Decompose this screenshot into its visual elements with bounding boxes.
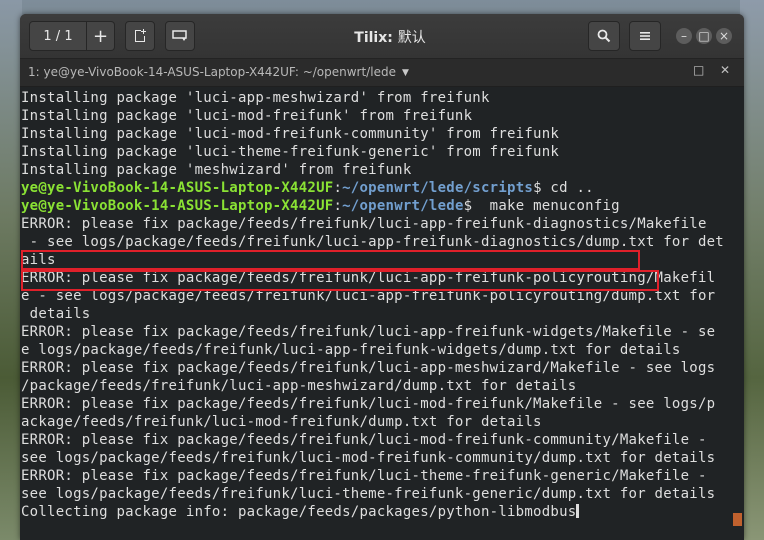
prompt-path: ~/openwrt/lede	[342, 198, 464, 214]
prompt-separator: :	[333, 180, 343, 196]
terminal-line: ERROR: please fix package/feeds/freifunk…	[21, 324, 716, 340]
terminal-line: Installing package 'luci-theme-freifunk-…	[21, 144, 560, 160]
terminal-line: see logs/package/feeds/freifunk/luci-mod…	[21, 450, 716, 466]
highlight-box-make-command	[21, 270, 659, 291]
prompt-line: ye@ye-VivoBook-14-ASUS-Laptop-X442UF:~/o…	[21, 179, 724, 197]
title-session: 默认	[397, 30, 426, 46]
terminal-line: Installing package 'luci-mod-freifunk-co…	[21, 126, 560, 142]
find-button[interactable]	[588, 21, 620, 51]
maximize-icon: □	[698, 29, 710, 43]
terminal-line: Installing package 'meshwizard' from fre…	[21, 162, 412, 178]
maximize-icon: □	[693, 63, 705, 77]
scrollbar-thumb[interactable]	[733, 513, 742, 526]
close-icon: ✕	[720, 63, 731, 77]
add-session-button[interactable]: +	[87, 21, 115, 51]
terminal-line: Installing package 'luci-app-meshwizard'…	[21, 90, 490, 106]
terminal-line: - see logs/package/feeds/freifunk/luci-a…	[21, 234, 724, 250]
prompt-user: ye@ye-VivoBook-14-ASUS-Laptop-X442UF	[21, 198, 334, 214]
close-window-button[interactable]: ×	[716, 28, 732, 44]
chevron-down-icon: ▼	[401, 68, 409, 78]
terminal-title-text: 1: ye@ye-VivoBook-14-ASUS-Laptop-X442UF:…	[28, 65, 396, 79]
terminal-line: ERROR: please fix package/feeds/freifunk…	[21, 432, 707, 448]
terminal-close-button[interactable]: ✕	[720, 63, 730, 77]
session-switcher-button[interactable]: 1 / 1	[29, 21, 87, 51]
new-session-icon	[135, 29, 146, 42]
terminal-line: ERROR: please fix package/feeds/freifunk…	[21, 396, 716, 412]
terminal-line: Collecting package info: package/feeds/p…	[21, 503, 724, 521]
terminal-line: Installing package 'luci-mod-freifunk' f…	[21, 108, 473, 124]
title-app: Tilix:	[354, 30, 393, 46]
terminal-line: ERROR: please fix package/feeds/freifunk…	[21, 360, 716, 376]
menu-icon	[640, 32, 650, 40]
prompt-separator: :	[333, 198, 343, 214]
highlight-box-cd-command	[21, 250, 640, 270]
terminal-title-dropdown[interactable]: 1: ye@ye-VivoBook-14-ASUS-Laptop-X442UF:…	[28, 65, 409, 79]
terminal-line: ERROR: please fix package/feeds/freifunk…	[21, 468, 707, 484]
headerbar: 1 / 1 + Tilix: 默认 – □ ×	[20, 14, 744, 59]
terminal-cursor	[576, 504, 580, 518]
maximize-window-button[interactable]: □	[696, 28, 712, 44]
terminal-lines: Installing package 'luci-app-meshwizard'…	[21, 89, 724, 521]
search-icon	[597, 29, 611, 43]
prompt-command: $ cd ..	[533, 180, 594, 196]
terminal-line: /package/feeds/freifunk/luci-app-meshwiz…	[21, 378, 577, 394]
minimize-window-button[interactable]: –	[676, 28, 692, 44]
desktop-wallpaper-left	[0, 0, 22, 540]
sidebar-toggle-button[interactable]	[165, 21, 195, 51]
terminal-output[interactable]: Installing package 'luci-app-meshwizard'…	[20, 87, 744, 540]
minimize-icon: –	[681, 29, 687, 43]
terminal-line: e logs/package/feeds/freifunk/luci-app-f…	[21, 342, 681, 358]
window-title: Tilix: 默认	[320, 27, 460, 47]
terminal-maximize-button[interactable]: □	[693, 63, 704, 77]
prompt-path: ~/openwrt/lede/scripts	[342, 180, 534, 196]
prompt-user: ye@ye-VivoBook-14-ASUS-Laptop-X442UF	[21, 180, 334, 196]
close-icon: ×	[718, 29, 730, 43]
sidebar-icon	[172, 30, 187, 41]
terminal-line: see logs/package/feeds/freifunk/luci-the…	[21, 486, 716, 502]
last-output-text: Collecting package info: package/feeds/p…	[21, 504, 577, 520]
terminal-line: ackage/feeds/freifunk/luci-mod-freifunk/…	[21, 414, 542, 430]
terminal-line: details	[21, 306, 91, 322]
terminal-line: ERROR: please fix package/feeds/freifunk…	[21, 216, 707, 232]
tilix-window: 1 / 1 + Tilix: 默认 – □ × 1: ye@ye-VivoBoo…	[20, 14, 744, 540]
main-menu-button[interactable]	[629, 21, 661, 51]
prompt-command: $ make menuconfig	[463, 198, 620, 214]
new-session-button[interactable]	[125, 21, 155, 51]
terminal-titlebar: 1: ye@ye-VivoBook-14-ASUS-Laptop-X442UF:…	[20, 59, 744, 87]
prompt-line: ye@ye-VivoBook-14-ASUS-Laptop-X442UF:~/o…	[21, 197, 724, 215]
